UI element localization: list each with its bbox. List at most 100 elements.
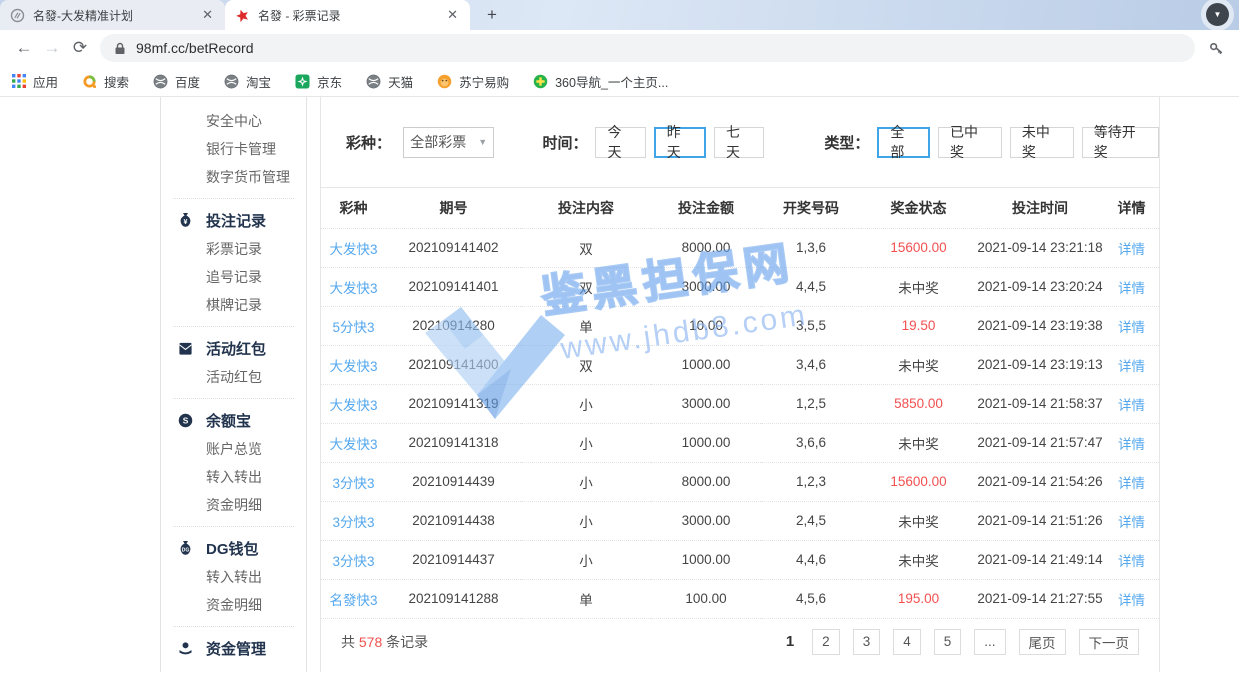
bet-time: 2021-09-14 23:19:38: [976, 306, 1104, 345]
detail-link[interactable]: 详情: [1104, 345, 1159, 384]
browser-titlebar: 名發-大发精准计划 ✕ 名發 - 彩票记录 ✕ + ▼: [0, 0, 1239, 30]
nav360-icon: [533, 74, 548, 89]
table-row: 大发快3202109141401双3000.004,4,5未中奖2021-09-…: [321, 267, 1159, 306]
bookmark-label: 天猫: [388, 72, 413, 91]
lottery-name[interactable]: 大发快3: [321, 267, 386, 306]
page-button-5[interactable]: 5: [934, 629, 962, 655]
tab-title: 名發-大发精准计划: [33, 7, 192, 24]
close-icon[interactable]: ✕: [445, 7, 460, 23]
bet-amount: 1000.00: [651, 345, 761, 384]
detail-link[interactable]: 详情: [1104, 501, 1159, 540]
bookmark-item[interactable]: 应用: [12, 72, 58, 91]
bookmark-item[interactable]: 苏宁易购: [437, 72, 509, 91]
sidebar-section-资金管理[interactable]: 资金管理: [161, 633, 306, 663]
bookmark-label: 搜索: [104, 72, 129, 91]
type-filter-未中奖[interactable]: 未中奖: [1010, 127, 1074, 158]
detail-link[interactable]: 详情: [1104, 267, 1159, 306]
records-summary: 共 578 条记录: [341, 632, 428, 652]
sidebar-section-label: 投注记录: [206, 210, 266, 231]
detail-link[interactable]: 详情: [1104, 306, 1159, 345]
lottery-name[interactable]: 大发快3: [321, 384, 386, 423]
close-icon[interactable]: ✕: [200, 7, 215, 23]
lottery-name[interactable]: 3分快3: [321, 540, 386, 579]
browser-profile-button[interactable]: ▼: [1206, 3, 1229, 26]
sidebar-item-转入转出[interactable]: 转入转出: [161, 463, 306, 491]
dg-wallet-icon: DG: [178, 540, 193, 556]
bookmark-item[interactable]: 360导航_一个主页...: [533, 72, 668, 91]
detail-link[interactable]: 详情: [1104, 423, 1159, 462]
sidebar-item-数字货币管理[interactable]: 数字货币管理: [161, 163, 306, 191]
page-next[interactable]: 下一页: [1079, 629, 1140, 655]
sidebar-section-余额宝[interactable]: S余额宝: [161, 405, 306, 435]
back-icon[interactable]: ←: [10, 38, 38, 58]
time-filter-七天[interactable]: 七天: [714, 127, 764, 158]
column-header: 期号: [386, 188, 521, 228]
sidebar-item-追号记录[interactable]: 追号记录: [161, 263, 306, 291]
bet-content: 小: [521, 423, 651, 462]
jd-icon: [295, 74, 310, 89]
sidebar-item-彩票记录[interactable]: 彩票记录: [161, 235, 306, 263]
lottery-name[interactable]: 3分快3: [321, 462, 386, 501]
type-filter-全部[interactable]: 全部: [877, 127, 930, 158]
detail-link[interactable]: 详情: [1104, 462, 1159, 501]
sidebar-section-投注记录[interactable]: ¥ 投注记录: [161, 205, 306, 235]
browser-tab-2-active[interactable]: 名發 - 彩票记录 ✕: [225, 0, 470, 30]
draw-numbers: 4,4,5: [761, 267, 861, 306]
page-button-...[interactable]: ...: [974, 629, 1005, 655]
sidebar-group: ¥ 投注记录彩票记录追号记录棋牌记录: [161, 205, 306, 319]
prize-status: 15600.00: [861, 228, 976, 267]
browser-tab-1[interactable]: 名發-大发精准计划 ✕: [0, 0, 225, 30]
sidebar-item-活动红包[interactable]: 活动红包: [161, 363, 306, 391]
bookmark-label: 淘宝: [246, 72, 271, 91]
sidebar-group: S余额宝账户总览转入转出资金明细: [161, 405, 306, 519]
page-button-2[interactable]: 2: [812, 629, 840, 655]
lottery-name[interactable]: 大发快3: [321, 228, 386, 267]
bookmark-item[interactable]: 搜索: [82, 72, 129, 91]
bookmark-item[interactable]: 淘宝: [224, 72, 271, 91]
lottery-name[interactable]: 大发快3: [321, 345, 386, 384]
sidebar-item-资金明细[interactable]: 资金明细: [161, 591, 306, 619]
prize-status: 15600.00: [861, 462, 976, 501]
page-button-4[interactable]: 4: [893, 629, 921, 655]
bookmark-item[interactable]: 京东: [295, 72, 342, 91]
prize-status: 未中奖: [861, 345, 976, 384]
new-tab-button[interactable]: +: [480, 3, 504, 27]
sidebar-section-DG钱包[interactable]: DGDG钱包: [161, 533, 306, 563]
refresh-icon[interactable]: ⟳: [66, 38, 94, 58]
sidebar-item-资金明细[interactable]: 资金明细: [161, 491, 306, 519]
address-bar[interactable]: 98mf.cc/betRecord: [100, 34, 1195, 62]
bet-time: 2021-09-14 23:19:13: [976, 345, 1104, 384]
sidebar-item-银行卡管理[interactable]: 银行卡管理: [161, 135, 306, 163]
detail-link[interactable]: 详情: [1104, 579, 1159, 618]
sidebar-item-转入转出[interactable]: 转入转出: [161, 563, 306, 591]
lottery-select-value: 全部彩票: [410, 132, 466, 152]
page-button-3[interactable]: 3: [853, 629, 881, 655]
detail-link[interactable]: 详情: [1104, 228, 1159, 267]
lottery-name[interactable]: 名發快3: [321, 579, 386, 618]
sidebar-item-安全中心[interactable]: 安全中心: [161, 107, 306, 135]
time-filter-昨天[interactable]: 昨天: [654, 127, 706, 158]
type-filter-已中奖[interactable]: 已中奖: [938, 127, 1002, 158]
detail-link[interactable]: 详情: [1104, 384, 1159, 423]
sidebar-group: 资金管理: [161, 633, 306, 663]
key-icon[interactable]: [1203, 40, 1229, 57]
sidebar-item-账户总览[interactable]: 账户总览: [161, 435, 306, 463]
lottery-name[interactable]: 3分快3: [321, 501, 386, 540]
page-last[interactable]: 尾页: [1019, 629, 1066, 655]
type-filter-等待开奖[interactable]: 等待开奖: [1082, 127, 1159, 158]
bookmark-item[interactable]: 天猫: [366, 72, 413, 91]
lottery-name[interactable]: 5分快3: [321, 306, 386, 345]
table-row: 大发快3202109141402双8000.001,3,615600.00202…: [321, 228, 1159, 267]
lottery-select[interactable]: 全部彩票 ▼: [403, 127, 494, 158]
sidebar-section-活动红包[interactable]: 活动红包: [161, 333, 306, 363]
bet-content: 小: [521, 501, 651, 540]
sidebar-item-棋牌记录[interactable]: 棋牌记录: [161, 291, 306, 319]
time-filter-今天[interactable]: 今天: [595, 127, 645, 158]
sidebar-divider: [173, 626, 294, 627]
forward-icon[interactable]: →: [38, 38, 66, 58]
bookmark-item[interactable]: 百度: [153, 72, 200, 91]
detail-link[interactable]: 详情: [1104, 540, 1159, 579]
svg-text:¥: ¥: [184, 219, 188, 226]
prize-status: 19.50: [861, 306, 976, 345]
lottery-name[interactable]: 大发快3: [321, 423, 386, 462]
